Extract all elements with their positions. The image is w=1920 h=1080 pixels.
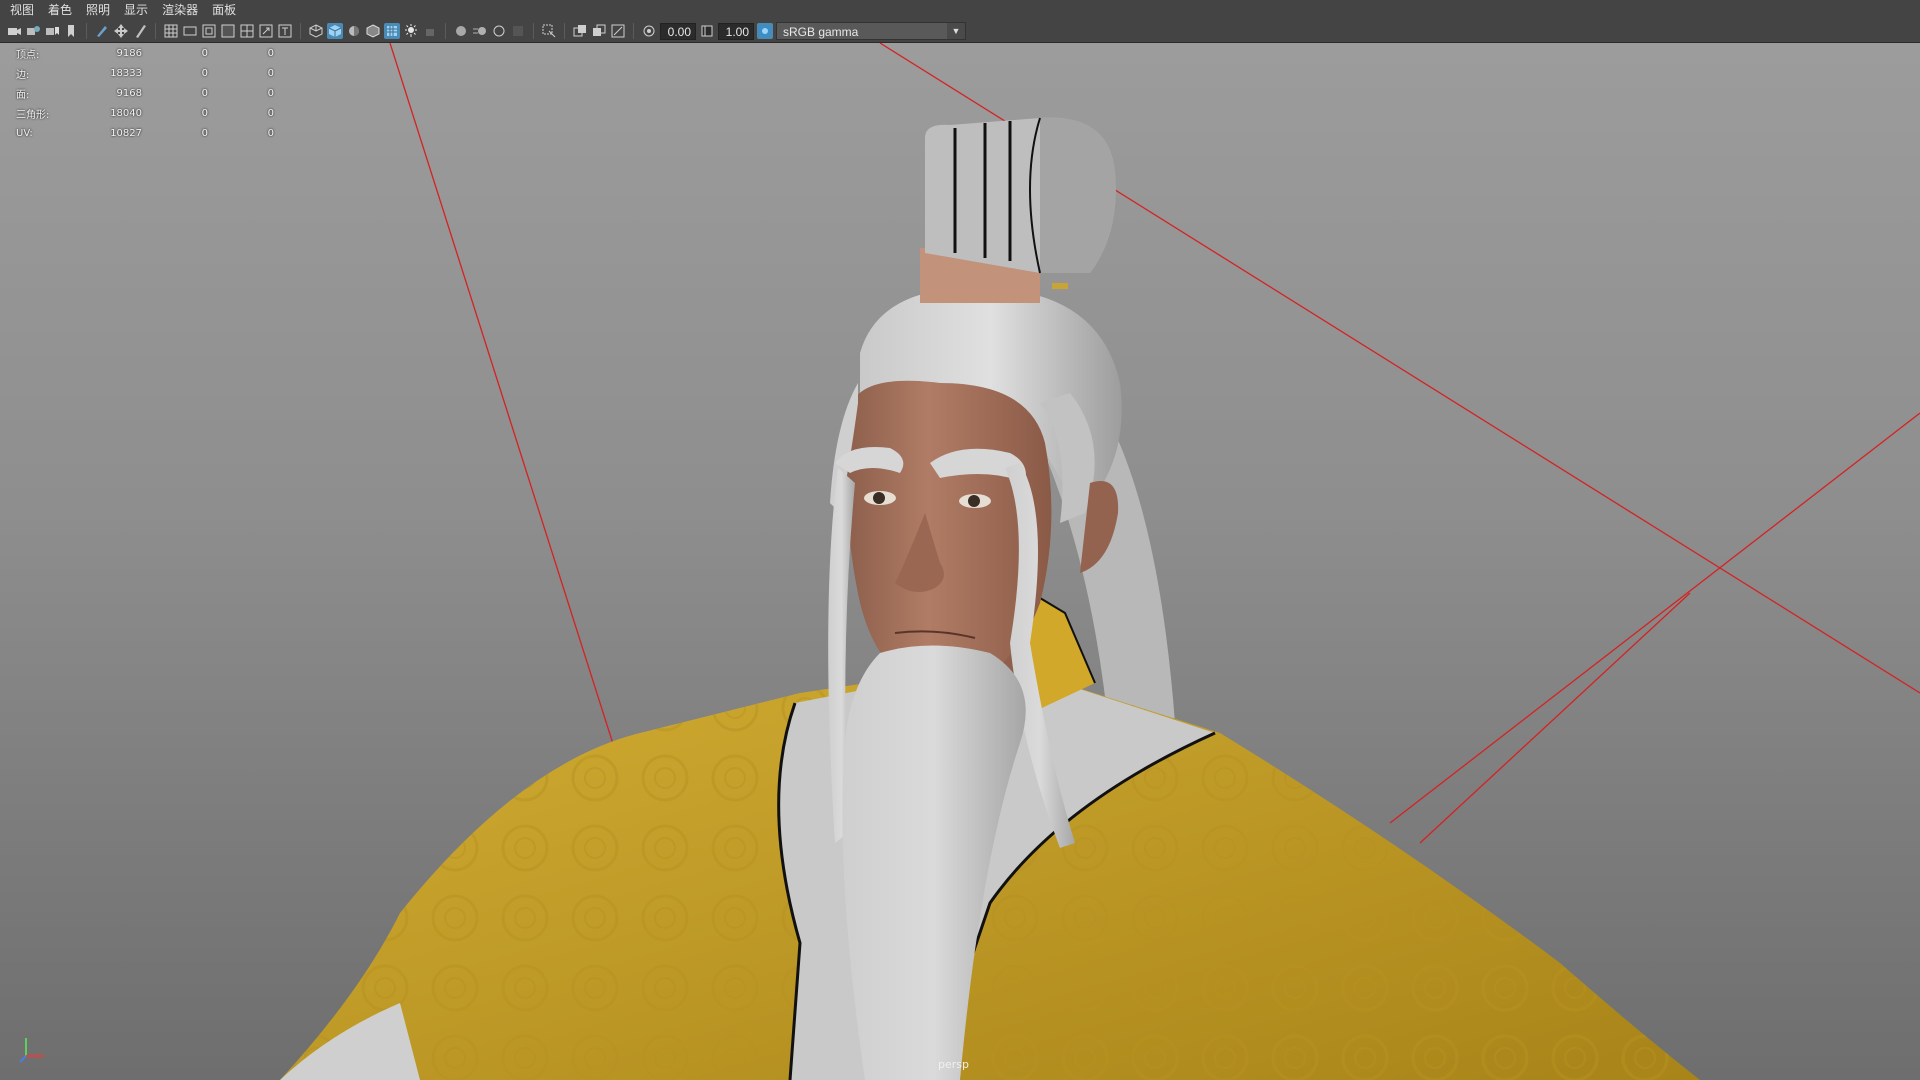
depth-of-field-icon[interactable] (510, 23, 526, 39)
smooth-shade-icon[interactable] (327, 23, 343, 39)
menu-shading[interactable]: 着色 (44, 0, 82, 20)
brush-icon[interactable] (132, 23, 148, 39)
grid-line (1419, 592, 1691, 844)
gate-mask-icon[interactable] (220, 23, 236, 39)
film-gate-icon[interactable] (182, 23, 198, 39)
xray-icon[interactable] (572, 23, 588, 39)
viewport-scene (280, 43, 1920, 1080)
axis-gizmo-icon (19, 1038, 44, 1063)
hud-row-vertices: 顶点: 9186 0 0 (16, 43, 274, 63)
xray-components-icon[interactable] (610, 23, 626, 39)
xray-joints-icon[interactable] (591, 23, 607, 39)
default-material-icon[interactable] (346, 23, 362, 39)
exposure-field[interactable]: 0.00 (660, 22, 696, 40)
hud-row-uvs: UV: 10827 0 0 (16, 123, 274, 143)
hud-row-edges: 边: 18333 0 0 (16, 63, 274, 83)
hud-selected: 0 (201, 47, 208, 59)
resolution-gate-icon[interactable] (201, 23, 217, 39)
hud-value: 9168 (116, 87, 142, 99)
motion-blur-icon[interactable] (472, 23, 488, 39)
wireframe-icon[interactable] (308, 23, 324, 39)
gamma-icon[interactable] (699, 23, 715, 39)
hud-label: UV: (16, 127, 33, 139)
hud-visible: 0 (267, 47, 274, 59)
camera-name-label: persp (938, 1058, 969, 1071)
camera-bookmark-icon[interactable] (44, 23, 60, 39)
menu-renderer[interactable]: 渲染器 (158, 0, 208, 20)
color-management-icon[interactable] (757, 23, 773, 39)
bookmark-icon[interactable] (63, 23, 79, 39)
hud-label: 顶点: (16, 49, 40, 61)
camera-select-icon[interactable] (6, 23, 22, 39)
toolbar-separator (445, 23, 446, 39)
toolbar-separator (86, 23, 87, 39)
hud-label: 三角形: (16, 109, 50, 121)
chevron-down-icon[interactable]: ▼ (947, 23, 965, 39)
gamma-field[interactable]: 1.00 (718, 22, 754, 40)
isolate-select-icon[interactable] (541, 23, 557, 39)
move-tool-icon[interactable] (113, 23, 129, 39)
hud-label: 面: (16, 89, 30, 101)
hud-visible: 0 (267, 107, 274, 119)
toolbar-separator (633, 23, 634, 39)
menu-show[interactable]: 显示 (120, 0, 158, 20)
camera-attributes-icon[interactable] (25, 23, 41, 39)
hud-row-faces: 面: 9168 0 0 (16, 83, 274, 103)
color-space-dropdown[interactable]: sRGB gamma ▼ (776, 22, 966, 40)
exposure-icon[interactable] (641, 23, 657, 39)
menu-lighting[interactable]: 照明 (82, 0, 120, 20)
3d-viewport[interactable]: 顶点: 9186 0 0 边: 18333 0 0 面: 9168 0 0 三角… (0, 43, 1920, 1080)
field-chart-icon[interactable] (239, 23, 255, 39)
toolbar-separator (300, 23, 301, 39)
hud-row-triangles: 三角形: 18040 0 0 (16, 103, 274, 123)
wireframe-on-shaded-icon[interactable] (365, 23, 381, 39)
toolbar-separator (564, 23, 565, 39)
ambient-occlusion-icon[interactable] (453, 23, 469, 39)
hud-selected: 0 (201, 87, 208, 99)
hud-value: 18333 (110, 67, 142, 79)
safe-action-icon[interactable] (258, 23, 274, 39)
textured-icon[interactable] (384, 23, 400, 39)
grid-toggle-icon[interactable] (163, 23, 179, 39)
hud-selected: 0 (201, 107, 208, 119)
hud-visible: 0 (267, 87, 274, 99)
panel-toolbar: 0.00 1.00 sRGB gamma ▼ (0, 20, 1920, 43)
grid-line (1389, 412, 1920, 824)
grease-pencil-icon[interactable] (94, 23, 110, 39)
hud-value: 10827 (110, 127, 142, 139)
color-space-value: sRGB gamma (783, 25, 859, 39)
hud-selected: 0 (201, 67, 208, 79)
hud-label: 边: (16, 69, 30, 81)
hud-value: 18040 (110, 107, 142, 119)
anti-aliasing-icon[interactable] (491, 23, 507, 39)
panel-menu-bar: 视图 着色 照明 显示 渲染器 面板 (0, 0, 1920, 20)
toolbar-separator (533, 23, 534, 39)
menu-view[interactable]: 视图 (6, 0, 44, 20)
hud-selected: 0 (201, 127, 208, 139)
topknot (920, 117, 1116, 303)
hud-value: 9186 (116, 47, 142, 59)
use-lights-icon[interactable] (403, 23, 419, 39)
shadows-icon[interactable] (422, 23, 438, 39)
poly-count-hud: 顶点: 9186 0 0 边: 18333 0 0 面: 9168 0 0 三角… (16, 43, 274, 143)
safe-title-icon[interactable] (277, 23, 293, 39)
hud-visible: 0 (267, 127, 274, 139)
toolbar-separator (155, 23, 156, 39)
hud-visible: 0 (267, 67, 274, 79)
menu-panels[interactable]: 面板 (208, 0, 246, 20)
